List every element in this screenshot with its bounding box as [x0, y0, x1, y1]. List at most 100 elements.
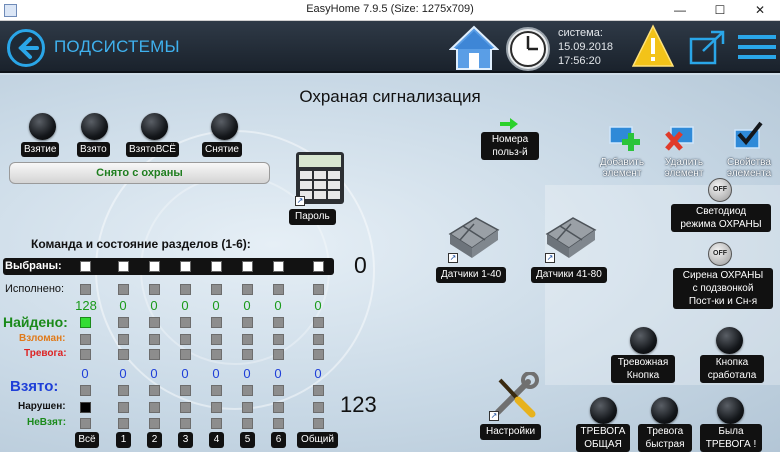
done-value: 0: [212, 298, 220, 313]
column-button-2[interactable]: 2: [147, 432, 162, 448]
sections-heading: Команда и состояние разделов (1-6):: [31, 237, 251, 251]
column-button-3[interactable]: 3: [178, 432, 193, 448]
past-alarm-indicator[interactable]: [717, 397, 744, 424]
status-cell: [273, 402, 284, 413]
led-off-toggle[interactable]: OFF: [708, 178, 732, 202]
close-button[interactable]: ✕: [740, 0, 780, 21]
system-label: системa:: [558, 27, 603, 39]
delete-element-icon[interactable]: [665, 123, 699, 151]
select-section-5-checkbox[interactable]: [242, 261, 253, 272]
status-cell: [273, 317, 284, 328]
status-cell: [180, 317, 191, 328]
general-alarm-indicator[interactable]: [590, 397, 617, 424]
row-label-selected: Выбраны:: [5, 260, 62, 272]
select-section-4-checkbox[interactable]: [211, 261, 222, 272]
minimize-button[interactable]: —: [660, 0, 700, 21]
status-cell: [242, 317, 253, 328]
arm-start-button[interactable]: Взятие: [21, 142, 60, 157]
status-cell: [273, 418, 284, 429]
user-numbers-button[interactable]: Номера польз-й: [481, 132, 539, 160]
column-button-6[interactable]: 6: [271, 432, 286, 448]
armed-all-button[interactable]: ВзятоВСЁ: [126, 142, 179, 157]
select-all-checkbox[interactable]: [80, 261, 91, 272]
arm-start-indicator[interactable]: [29, 113, 56, 140]
select-section-3-checkbox[interactable]: [180, 261, 191, 272]
column-button-4[interactable]: 4: [209, 432, 224, 448]
shortcut-arrow-icon: ↗: [448, 253, 458, 263]
siren-off-toggle[interactable]: OFF: [708, 242, 732, 266]
disarm-button[interactable]: Снятие: [202, 142, 242, 157]
status-cell: [273, 385, 284, 396]
status-cell: [273, 284, 284, 295]
row-label-violated: Нарушен:: [18, 401, 66, 412]
status-cell: [242, 334, 253, 345]
status-cell: [273, 334, 284, 345]
add-element-icon[interactable]: [608, 123, 642, 151]
status-cell: [118, 385, 129, 396]
status-cell: [242, 385, 253, 396]
status-cell: [211, 284, 222, 295]
security-led-label: Светодиод режима ОХРАНЫ: [671, 204, 771, 232]
row-label-broken: Взломан:: [19, 333, 66, 344]
status-cell: [118, 402, 129, 413]
armed-value: 0: [81, 366, 89, 381]
shortcut-arrow-icon: ↗: [545, 253, 555, 263]
status-cell: [313, 349, 324, 360]
button-triggered-label: Кнопка сработала: [700, 355, 764, 383]
select-section-2-checkbox[interactable]: [149, 261, 160, 272]
element-properties-label[interactable]: Свойства элемента: [720, 157, 778, 179]
done-value: 0: [181, 298, 189, 313]
delete-element-label[interactable]: Удалить элемент: [655, 157, 713, 179]
status-cell: [180, 418, 191, 429]
status-cell: [118, 418, 129, 429]
panic-button-label: Тревожная Кнопка: [611, 355, 675, 383]
row-label-done: Исполнено:: [5, 283, 65, 295]
column-button-all[interactable]: Всё: [75, 432, 99, 448]
panic-button-indicator[interactable]: [630, 327, 657, 354]
back-button[interactable]: [7, 29, 45, 67]
element-properties-icon[interactable]: [731, 120, 765, 152]
subsystems-link[interactable]: ПОДСИСТЕМЫ: [54, 37, 180, 57]
status-cell: [149, 284, 160, 295]
sensors-41-80-button[interactable]: Датчики 41-80: [531, 267, 607, 283]
done-value: 0: [314, 298, 322, 313]
maximize-button[interactable]: ☐: [700, 0, 740, 21]
column-button-5[interactable]: 5: [240, 432, 255, 448]
warning-icon[interactable]: [632, 24, 674, 68]
disarm-indicator[interactable]: [211, 113, 238, 140]
status-cell: [211, 349, 222, 360]
selected-count: 0: [354, 252, 367, 278]
armed-button[interactable]: Взято: [77, 142, 110, 157]
select-section-6-checkbox[interactable]: [273, 261, 284, 272]
status-cell: [80, 349, 91, 360]
button-triggered-indicator[interactable]: [716, 327, 743, 354]
armed-value: 0: [181, 366, 189, 381]
select-section-1-checkbox[interactable]: [118, 261, 129, 272]
menu-icon[interactable]: [738, 33, 776, 61]
arrow-right-icon: [500, 118, 518, 130]
armed-value: 0: [119, 366, 127, 381]
status-cell: [80, 284, 91, 295]
select-common-checkbox[interactable]: [313, 261, 324, 272]
armed-value: 0: [243, 366, 251, 381]
status-cell: [211, 317, 222, 328]
password-button[interactable]: Пароль: [289, 209, 336, 225]
window-mode-icon[interactable]: [689, 29, 727, 65]
home-icon[interactable]: [449, 25, 499, 71]
done-value: 0: [243, 298, 251, 313]
fast-alarm-indicator[interactable]: [651, 397, 678, 424]
sensors-1-40-button[interactable]: Датчики 1-40: [436, 267, 507, 283]
settings-button[interactable]: Настройки: [480, 424, 542, 440]
add-element-label[interactable]: Добавить элемент: [592, 157, 652, 179]
armed-value: 0: [274, 366, 282, 381]
column-button-common[interactable]: Общий: [297, 432, 338, 448]
status-cell: [180, 385, 191, 396]
armed-all-indicator[interactable]: [141, 113, 168, 140]
status-cell: [180, 334, 191, 345]
status-cell: [211, 402, 222, 413]
armed-indicator[interactable]: [81, 113, 108, 140]
status-cell: [313, 317, 324, 328]
column-button-1[interactable]: 1: [116, 432, 131, 448]
status-cell: [242, 402, 253, 413]
code-value: 123: [340, 392, 377, 417]
